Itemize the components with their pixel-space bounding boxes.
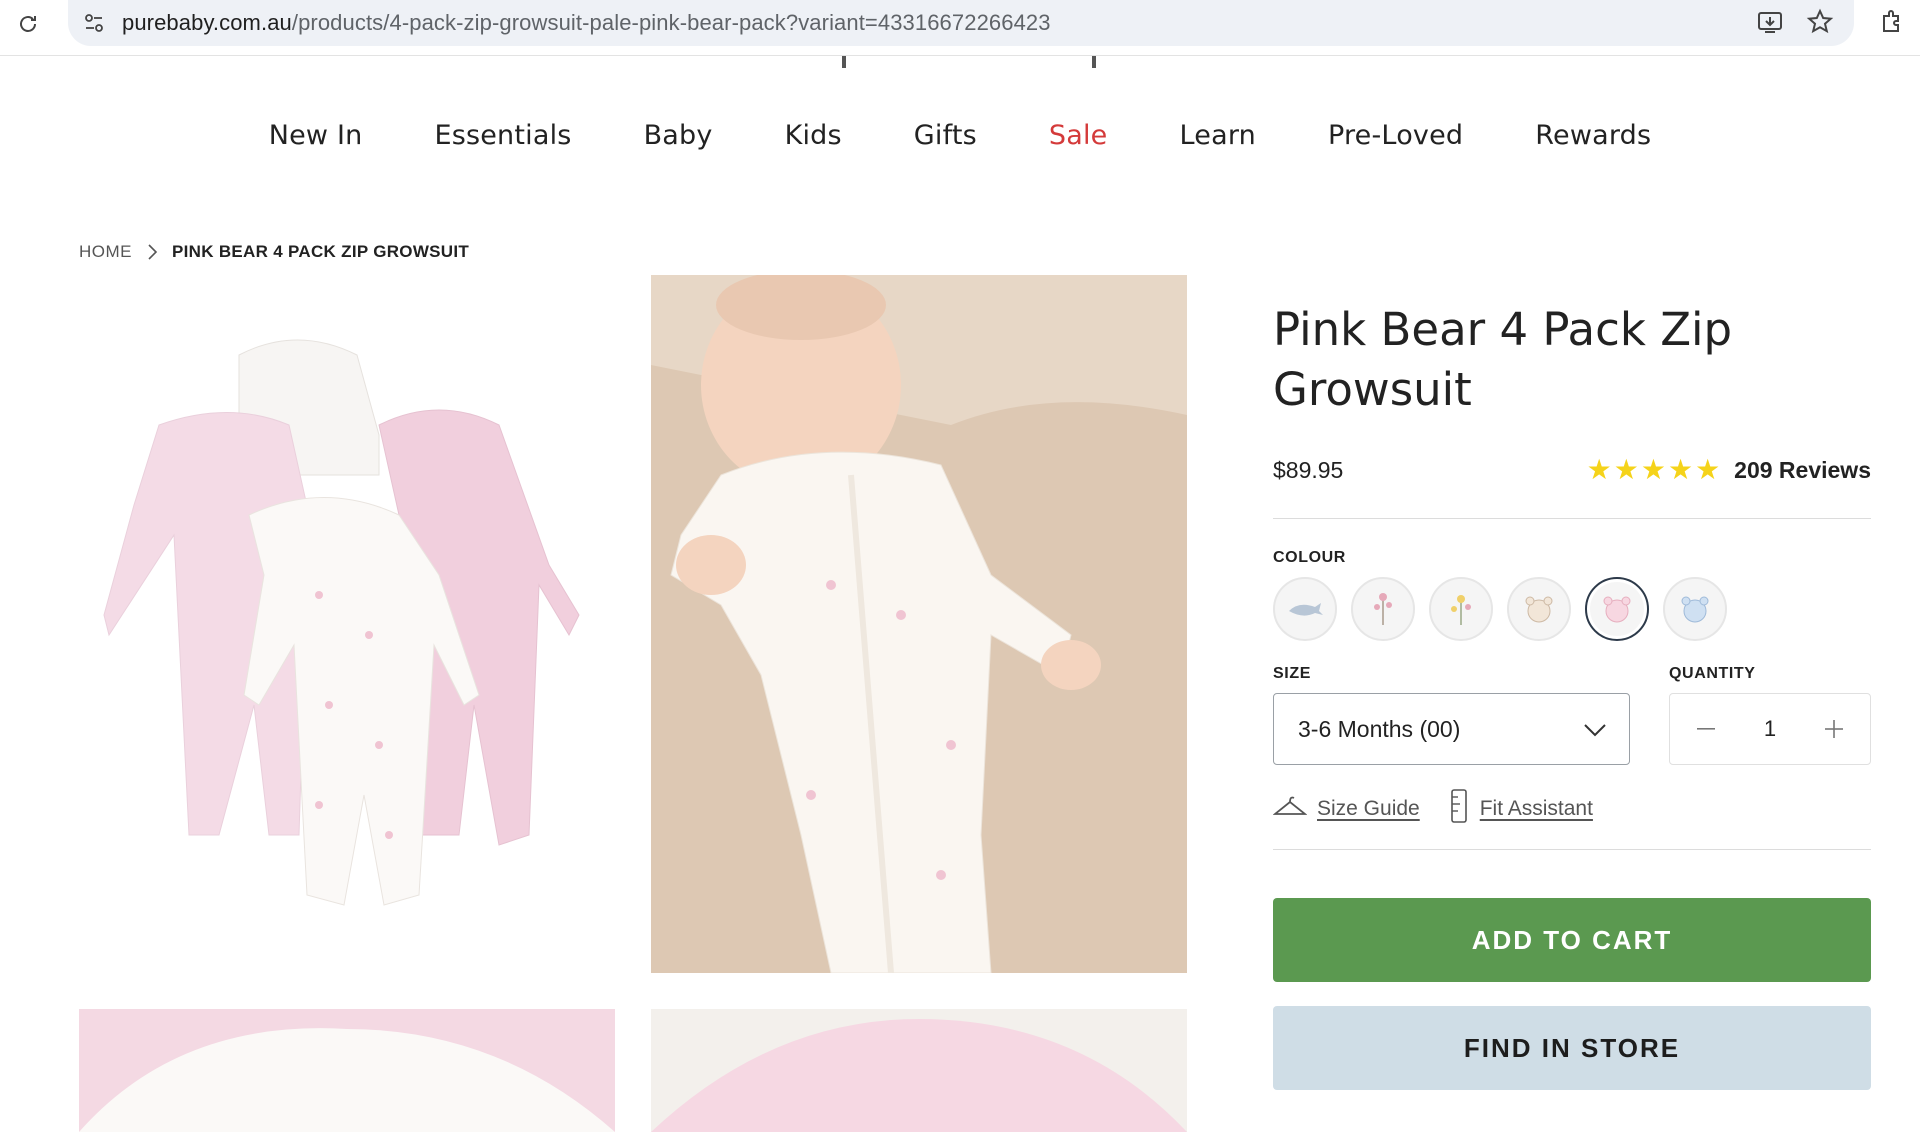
site-info-icon[interactable] xyxy=(80,9,108,37)
breadcrumb-current: PINK BEAR 4 PACK ZIP GROWSUIT xyxy=(172,242,470,261)
size-guide-link[interactable]: Size Guide xyxy=(1272,794,1420,824)
nav-item-new-in[interactable]: New In xyxy=(233,120,399,151)
logo-fragment xyxy=(1092,56,1096,68)
rating-stars: ★ ★ ★ ★ ★ xyxy=(1587,456,1721,484)
product-image-detail-2[interactable] xyxy=(651,1009,1187,1132)
quantity-label: QUANTITY xyxy=(1669,665,1756,682)
colour-swatches xyxy=(1273,577,1871,641)
size-select[interactable]: 3-6 Months (00) xyxy=(1273,693,1630,765)
reload-icon[interactable] xyxy=(14,10,42,38)
main-nav: New In Essentials Baby Kids Gifts Sale L… xyxy=(0,120,1920,151)
swatch-yellow-floral[interactable] xyxy=(1429,577,1493,641)
swatch-cream-bear[interactable] xyxy=(1507,577,1571,641)
swatch-whale[interactable] xyxy=(1273,577,1337,641)
size-guide-label: Size Guide xyxy=(1317,797,1420,820)
star-icon: ★ xyxy=(1667,454,1694,485)
bookmark-star-icon[interactable] xyxy=(1806,8,1834,41)
find-in-store-button[interactable]: FIND IN STORE xyxy=(1273,1006,1871,1090)
product-image-baby[interactable] xyxy=(651,275,1187,973)
plus-icon[interactable] xyxy=(1822,717,1846,741)
install-app-icon[interactable] xyxy=(1756,8,1784,41)
nav-item-rewards[interactable]: Rewards xyxy=(1499,120,1687,151)
swatch-blue-bear[interactable] xyxy=(1663,577,1727,641)
nav-item-baby[interactable]: Baby xyxy=(608,120,749,151)
product-price: $89.95 xyxy=(1273,456,1344,483)
address-bar[interactable]: purebaby.com.au/products/4-pack-zip-grow… xyxy=(68,0,1854,46)
ruler-icon xyxy=(1448,788,1470,830)
colour-label: COLOUR xyxy=(1273,549,1346,566)
nav-item-gifts[interactable]: Gifts xyxy=(878,120,1013,151)
size-label: SIZE xyxy=(1273,665,1311,682)
url-text: purebaby.com.au/products/4-pack-zip-grow… xyxy=(122,10,1051,36)
quantity-stepper: 1 xyxy=(1669,693,1871,765)
chevron-right-icon xyxy=(146,243,158,261)
product-title: Pink Bear 4 Pack Zip Growsuit xyxy=(1273,303,1733,416)
url-path: /products/4-pack-zip-growsuit-pale-pink-… xyxy=(291,10,1051,35)
product-rating[interactable]: ★ ★ ★ ★ ★ 209 Reviews xyxy=(1587,456,1871,484)
breadcrumb: HOME PINK BEAR 4 PACK ZIP GROWSUIT xyxy=(79,242,469,262)
product-image-detail-1[interactable] xyxy=(79,1009,615,1132)
nav-item-sale[interactable]: Sale xyxy=(1013,120,1144,151)
size-select-value: 3-6 Months (00) xyxy=(1298,715,1461,742)
browser-toolbar: purebaby.com.au/products/4-pack-zip-grow… xyxy=(0,0,1920,56)
fit-assistant-link[interactable]: Fit Assistant xyxy=(1448,788,1593,830)
swatch-pink-floral[interactable] xyxy=(1351,577,1415,641)
quantity-value[interactable]: 1 xyxy=(1764,716,1776,742)
product-info: Pink Bear 4 Pack Zip Growsuit $89.95 ★ ★… xyxy=(1272,300,1871,1090)
star-icon: ★ xyxy=(1613,454,1639,485)
url-domain: purebaby.com.au xyxy=(122,10,292,35)
chevron-down-icon xyxy=(1583,716,1607,743)
hanger-icon xyxy=(1272,794,1308,824)
star-icon: ★ xyxy=(1640,454,1666,485)
swatch-pink-bear[interactable] xyxy=(1585,577,1649,641)
nav-item-learn[interactable]: Learn xyxy=(1144,120,1292,151)
nav-item-essentials[interactable]: Essentials xyxy=(398,120,607,151)
extensions-icon[interactable] xyxy=(1878,8,1906,41)
divider xyxy=(1273,518,1871,519)
nav-item-kids[interactable]: Kids xyxy=(749,120,878,151)
divider xyxy=(1273,849,1871,850)
reviews-link[interactable]: 209 Reviews xyxy=(1734,457,1871,484)
fit-assistant-label: Fit Assistant xyxy=(1479,797,1593,820)
nav-item-pre-loved[interactable]: Pre-Loved xyxy=(1292,120,1499,151)
star-icon: ★ xyxy=(1695,454,1721,485)
product-image-flatlay[interactable] xyxy=(79,275,615,973)
add-to-cart-button[interactable]: ADD TO CART xyxy=(1273,898,1871,982)
minus-icon[interactable] xyxy=(1694,717,1718,741)
breadcrumb-home[interactable]: HOME xyxy=(79,242,132,262)
star-icon: ★ xyxy=(1586,454,1612,485)
logo-fragment xyxy=(842,56,846,68)
